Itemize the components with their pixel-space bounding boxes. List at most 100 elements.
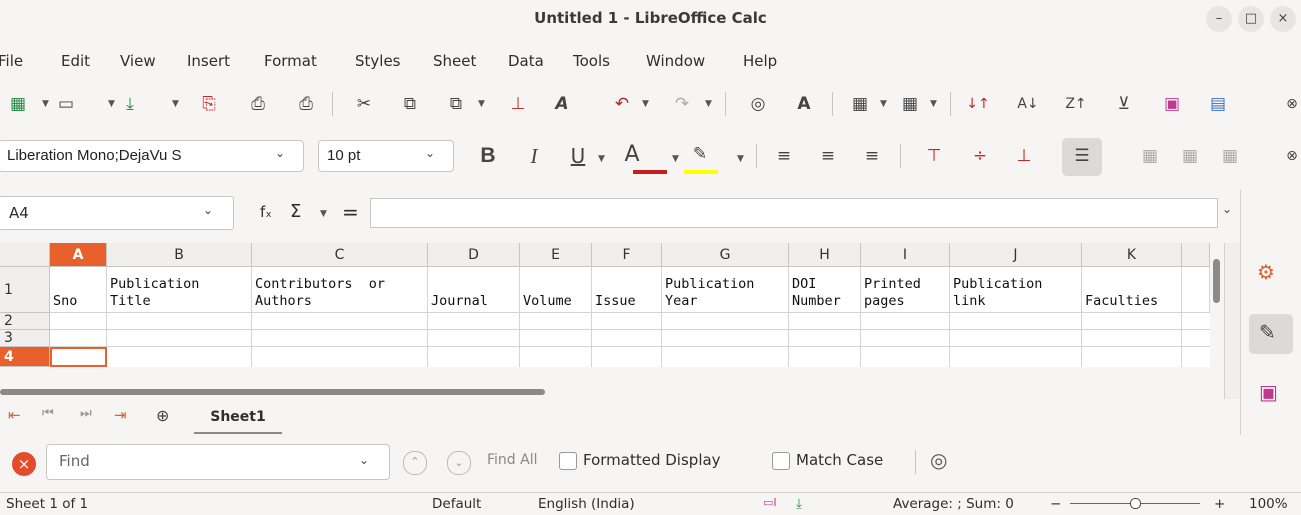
sheet-tab-sheet1[interactable]: Sheet1 bbox=[194, 402, 282, 434]
font-name-box[interactable]: Liberation Mono;DejaVu S ⌄ bbox=[0, 140, 304, 172]
cell-j1[interactable]: Publication link bbox=[950, 267, 1082, 313]
cell-h1[interactable]: DOI Number bbox=[789, 267, 861, 313]
corner-cell[interactable] bbox=[0, 243, 50, 267]
font-color-button[interactable]: A bbox=[620, 142, 644, 167]
new-spreadsheet-icon[interactable]: ▦ bbox=[6, 92, 30, 116]
zoom-in-icon[interactable]: + bbox=[1214, 496, 1225, 512]
row-header-2[interactable]: 2 bbox=[0, 313, 50, 330]
align-right-icon[interactable]: ≡ bbox=[860, 144, 884, 168]
column-header-i[interactable]: I bbox=[861, 243, 950, 267]
merge-cells-icon[interactable]: ▦ bbox=[1138, 144, 1162, 168]
zoom-out-icon[interactable]: − bbox=[1050, 496, 1061, 512]
dropdown-arrow-icon[interactable]: ▼ bbox=[737, 154, 744, 164]
vertical-scrollbar[interactable] bbox=[1210, 243, 1224, 399]
menu-window[interactable]: Window bbox=[646, 52, 705, 70]
menu-view[interactable]: View bbox=[120, 52, 156, 70]
gallery-icon[interactable]: ▣ bbox=[1259, 380, 1278, 404]
dropdown-arrow-icon[interactable]: ▼ bbox=[108, 99, 115, 109]
row-header-1[interactable]: 1 bbox=[0, 267, 50, 313]
print-preview-icon[interactable]: ⎙ bbox=[294, 92, 318, 116]
zoom-level[interactable]: 100% bbox=[1249, 496, 1288, 512]
column-header-k[interactable]: K bbox=[1082, 243, 1182, 267]
previous-sheet-icon[interactable]: ⏮ bbox=[42, 406, 54, 421]
menu-insert[interactable]: Insert bbox=[187, 52, 230, 70]
undo-icon[interactable]: ↶ bbox=[610, 92, 634, 116]
menu-styles[interactable]: Styles bbox=[355, 52, 401, 70]
align-bottom-icon[interactable]: ⊥ bbox=[1012, 144, 1036, 168]
selection-mode-icon[interactable]: ▭I bbox=[763, 496, 777, 509]
add-sheet-icon[interactable]: ⊕ bbox=[156, 406, 169, 425]
save-icon[interactable]: ⤓ bbox=[118, 92, 142, 116]
row-header-4[interactable]: 4 bbox=[0, 347, 50, 367]
chevron-down-icon[interactable]: ⌄ bbox=[275, 146, 285, 160]
row-icon[interactable]: ▦ bbox=[848, 92, 872, 116]
dropdown-arrow-icon[interactable]: ▼ bbox=[930, 99, 937, 109]
column-header-h[interactable]: H bbox=[789, 243, 861, 267]
underline-button[interactable]: U bbox=[566, 144, 590, 168]
merge-center-icon[interactable]: ▦ bbox=[1218, 144, 1242, 168]
chevron-down-icon[interactable]: ⌄ bbox=[359, 453, 369, 467]
wrap-text-icon[interactable]: ☰ bbox=[1070, 144, 1094, 168]
copy-icon[interactable]: ⧉ bbox=[398, 92, 422, 116]
column-header-c[interactable]: C bbox=[252, 243, 428, 267]
sidebar-splitter[interactable] bbox=[1224, 243, 1241, 399]
function-wizard-icon[interactable]: fₓ bbox=[260, 203, 272, 221]
redo-icon[interactable]: ↷ bbox=[670, 92, 694, 116]
find-input[interactable]: Find ⌄ bbox=[46, 444, 390, 480]
column-header-l[interactable] bbox=[1182, 243, 1210, 267]
menu-help[interactable]: Help bbox=[743, 52, 777, 70]
last-sheet-icon[interactable]: ⇥ bbox=[114, 406, 127, 424]
dropdown-arrow-icon[interactable]: ▼ bbox=[672, 154, 679, 164]
dropdown-arrow-icon[interactable]: ▼ bbox=[42, 99, 49, 109]
italic-button[interactable]: I bbox=[522, 144, 546, 168]
cell-i1[interactable]: Printed pages bbox=[861, 267, 950, 313]
find-all-button[interactable]: Find All bbox=[487, 452, 538, 468]
close-button[interactable]: × bbox=[1270, 6, 1296, 32]
cell-b1[interactable]: Publication Title bbox=[107, 267, 252, 313]
find-replace-icon[interactable]: ◎ bbox=[746, 92, 770, 116]
dropdown-arrow-icon[interactable]: ▼ bbox=[598, 154, 605, 164]
align-top-icon[interactable]: ⊤ bbox=[922, 144, 946, 168]
menu-file[interactable]: File bbox=[0, 52, 23, 70]
formula-input[interactable] bbox=[370, 198, 1218, 228]
find-replace-icon[interactable]: ◎ bbox=[930, 448, 947, 472]
chevron-down-icon[interactable]: ⌄ bbox=[425, 146, 435, 160]
dropdown-arrow-icon[interactable]: ▼ bbox=[705, 99, 712, 109]
column-header-d[interactable]: D bbox=[428, 243, 520, 267]
first-sheet-icon[interactable]: ⇤ bbox=[8, 406, 21, 424]
column-header-a[interactable]: A bbox=[50, 243, 107, 267]
name-box[interactable]: A4 ⌄ bbox=[0, 196, 234, 230]
checkbox-box[interactable] bbox=[559, 451, 577, 470]
formatted-display-checkbox[interactable]: Formatted Display bbox=[559, 451, 721, 470]
menu-data[interactable]: Data bbox=[508, 52, 544, 70]
toolbar-overflow-icon[interactable]: ⊗ bbox=[1280, 144, 1301, 168]
close-find-bar-icon[interactable]: × bbox=[12, 452, 36, 476]
column-header-j[interactable]: J bbox=[950, 243, 1082, 267]
column-header-b[interactable]: B bbox=[107, 243, 252, 267]
export-pdf-icon[interactable]: ⎘ bbox=[197, 92, 221, 116]
autofilter-icon[interactable]: ⊻ bbox=[1112, 92, 1136, 116]
dropdown-arrow-icon[interactable]: ▼ bbox=[172, 99, 179, 109]
bold-button[interactable]: B bbox=[476, 144, 500, 168]
font-size-box[interactable]: 10 pt ⌄ bbox=[318, 140, 454, 172]
center-vertically-icon[interactable]: ÷ bbox=[968, 144, 992, 168]
clear-formatting-icon[interactable]: A bbox=[550, 92, 574, 116]
document-modified-icon[interactable]: ⤓ bbox=[796, 496, 802, 512]
styles-icon[interactable]: ✎ bbox=[1259, 320, 1276, 344]
clone-formatting-icon[interactable]: ⊥ bbox=[506, 92, 530, 116]
align-left-icon[interactable]: ≡ bbox=[772, 144, 796, 168]
cell-l1[interactable] bbox=[1182, 267, 1210, 313]
empty-cells-area[interactable] bbox=[50, 313, 1210, 367]
page-style[interactable]: Default bbox=[432, 496, 481, 512]
cell-e1[interactable]: Volume bbox=[520, 267, 592, 313]
open-folder-icon[interactable]: ▭ bbox=[54, 92, 78, 116]
minimize-button[interactable]: – bbox=[1206, 6, 1232, 32]
properties-icon[interactable]: ⚙ bbox=[1257, 260, 1275, 284]
find-previous-icon[interactable]: ⌃ bbox=[403, 451, 427, 475]
checkbox-box[interactable] bbox=[772, 451, 790, 470]
cell-c1[interactable]: Contributors or Authors bbox=[252, 267, 428, 313]
language[interactable]: English (India) bbox=[538, 496, 635, 512]
sort-descending-icon[interactable]: Z↑ bbox=[1064, 92, 1088, 116]
column-header-e[interactable]: E bbox=[520, 243, 592, 267]
cell-g1[interactable]: Publication Year bbox=[662, 267, 789, 313]
